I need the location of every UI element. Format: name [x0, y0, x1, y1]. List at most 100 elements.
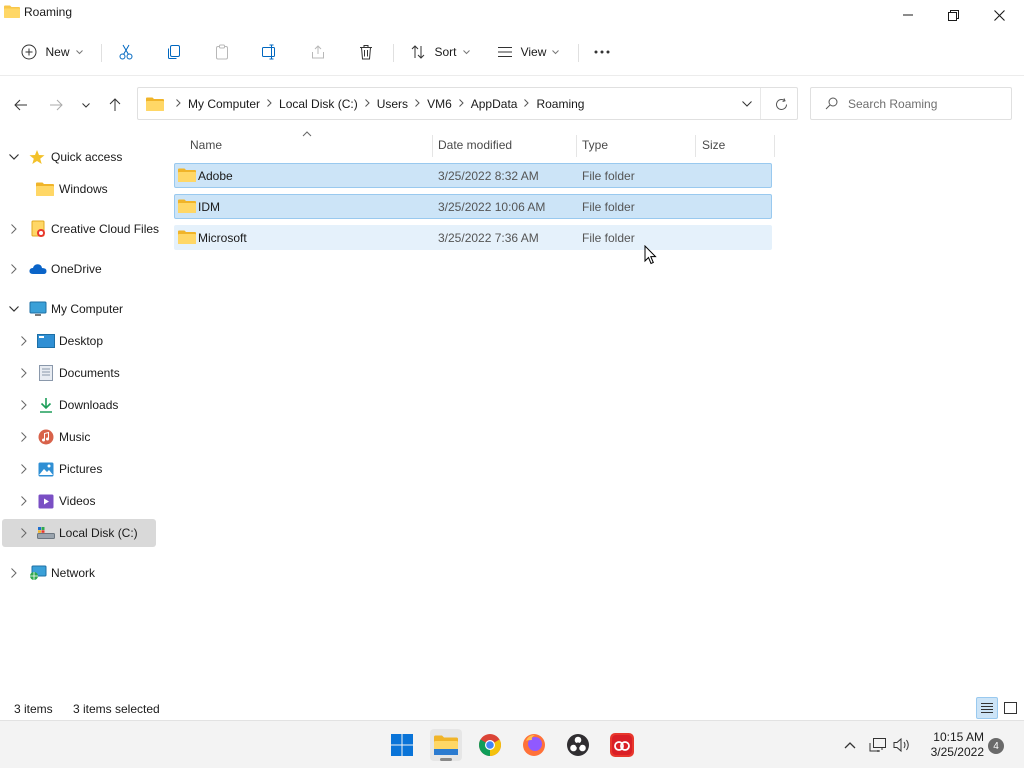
address-bar[interactable]: My Computer Local Disk (C:) Users VM6 AppDat… [137, 87, 798, 120]
address-history-button[interactable] [738, 96, 756, 112]
sidebar-item-creative-cloud-files[interactable]: Creative Cloud Files [2, 215, 159, 243]
breadcrumb-item[interactable]: Local Disk (C:) [276, 97, 361, 111]
selection-count: 3 items selected [73, 702, 160, 716]
breadcrumb-chevron-icon[interactable] [361, 98, 374, 110]
details-view-button[interactable] [976, 697, 998, 719]
volume-button[interactable] [892, 735, 912, 755]
forward-button[interactable] [44, 93, 68, 117]
file-row[interactable]: IDM 3/25/2022 10:06 AM File folder [174, 194, 772, 219]
sidebar-item-my-computer[interactable]: My Computer [2, 295, 156, 323]
sidebar-item-label: Downloads [59, 398, 119, 412]
sidebar-item-desktop[interactable]: Desktop [2, 327, 156, 355]
sidebar-item-videos[interactable]: Videos [2, 487, 156, 515]
sidebar-item-network[interactable]: Network [2, 559, 156, 587]
sidebar-item-onedrive[interactable]: OneDrive [2, 255, 156, 283]
sidebar-item-label: Videos [59, 494, 96, 508]
large-icons-view-button[interactable] [999, 697, 1021, 719]
scissors-icon [119, 44, 133, 60]
taskbar-file-explorer[interactable] [430, 729, 462, 761]
close-button[interactable] [976, 0, 1022, 30]
rename-button[interactable] [256, 38, 284, 66]
up-button[interactable] [103, 93, 127, 117]
recent-locations-button[interactable] [74, 93, 98, 117]
trash-icon [360, 45, 372, 60]
chevron-down-icon [75, 49, 83, 54]
chevron-right-icon[interactable] [8, 223, 20, 235]
file-row[interactable]: Microsoft 3/25/2022 7:36 AM File folder [174, 225, 772, 250]
column-divider[interactable] [774, 135, 775, 157]
column-divider[interactable] [695, 135, 696, 157]
breadcrumb-item[interactable]: My Computer [185, 97, 263, 111]
column-header-date[interactable]: Date modified [438, 133, 578, 157]
chevron-down-icon[interactable] [8, 151, 20, 163]
minimize-button[interactable] [885, 0, 931, 30]
column-divider[interactable] [576, 135, 577, 157]
chevron-right-icon[interactable] [18, 495, 30, 507]
chevron-right-icon[interactable] [18, 367, 30, 379]
sidebar-item-documents[interactable]: Documents [2, 359, 156, 387]
creative-cloud-folder-icon [30, 220, 48, 237]
start-button[interactable] [386, 729, 418, 761]
file-row[interactable]: Adobe 3/25/2022 8:32 AM File folder [174, 163, 772, 188]
breadcrumb-item[interactable]: Users [374, 97, 411, 111]
more-options-button[interactable] [588, 38, 616, 66]
breadcrumb-chevron-icon[interactable] [263, 98, 276, 110]
breadcrumb-chevron-icon[interactable] [520, 98, 533, 110]
taskbar-creative-cloud[interactable] [606, 729, 638, 761]
cut-button[interactable] [112, 38, 140, 66]
breadcrumb-item[interactable]: AppData [468, 97, 521, 111]
chevron-down-icon[interactable] [8, 303, 20, 315]
breadcrumb-item[interactable]: Roaming [533, 97, 587, 111]
show-hidden-icons-button[interactable] [840, 735, 860, 755]
chevron-right-icon[interactable] [18, 463, 30, 475]
window-title: Roaming [24, 5, 73, 19]
chevron-right-icon[interactable] [8, 263, 20, 275]
refresh-button[interactable] [772, 96, 790, 112]
column-divider[interactable] [432, 135, 433, 157]
sidebar-item-label: Windows [59, 182, 108, 196]
taskbar-obs[interactable] [562, 729, 594, 761]
folder-icon [178, 230, 196, 244]
sidebar-item-pictures[interactable]: Pictures [2, 455, 156, 483]
separator [760, 88, 761, 119]
sidebar-item-downloads[interactable]: Downloads [2, 391, 156, 419]
clock[interactable]: 10:15 AM 3/25/2022 [922, 730, 984, 760]
sidebar-item-local-disk[interactable]: Local Disk (C:) [2, 519, 156, 547]
search-box[interactable]: Search Roaming [810, 87, 1012, 120]
new-button[interactable]: New [14, 38, 90, 66]
delete-button[interactable] [352, 38, 380, 66]
column-header-size[interactable]: Size [702, 133, 772, 157]
chevron-right-icon[interactable] [18, 431, 30, 443]
column-header-name[interactable]: Name [190, 133, 430, 157]
sidebar-item-music[interactable]: Music [2, 423, 156, 451]
chevron-right-icon[interactable] [18, 527, 30, 539]
taskbar-chrome[interactable] [474, 729, 506, 761]
back-button[interactable] [9, 93, 33, 117]
sidebar-item-label: My Computer [51, 302, 124, 316]
column-header-type[interactable]: Type [582, 133, 692, 157]
notification-badge[interactable]: 4 [988, 738, 1004, 754]
chevron-right-icon[interactable] [8, 567, 20, 579]
copy-button[interactable] [160, 38, 188, 66]
chevron-right-icon[interactable] [18, 399, 30, 411]
sidebar-item-windows[interactable]: Windows [2, 175, 156, 203]
paste-button[interactable] [208, 38, 236, 66]
breadcrumb-item[interactable]: VM6 [424, 97, 455, 111]
view-button[interactable]: View [490, 38, 566, 66]
breadcrumb-chevron-icon[interactable] [411, 98, 424, 110]
download-icon [37, 397, 55, 413]
sort-button[interactable]: Sort [404, 38, 476, 66]
view-label: View [520, 45, 547, 59]
breadcrumb-chevron-icon[interactable] [455, 98, 468, 110]
chevron-right-icon[interactable] [18, 335, 30, 347]
share-button[interactable] [304, 38, 332, 66]
sidebar-item-quick-access[interactable]: Quick access [2, 143, 156, 171]
taskbar-firefox[interactable] [518, 729, 550, 761]
restore-button[interactable] [930, 0, 976, 30]
breadcrumb-chevron-icon[interactable] [172, 98, 185, 110]
sort-label: Sort [434, 45, 457, 59]
network-status-button[interactable] [868, 735, 888, 755]
column-name-label: Name [190, 138, 223, 152]
ethernet-icon [869, 738, 886, 752]
large-icons-view-icon [1003, 702, 1017, 714]
